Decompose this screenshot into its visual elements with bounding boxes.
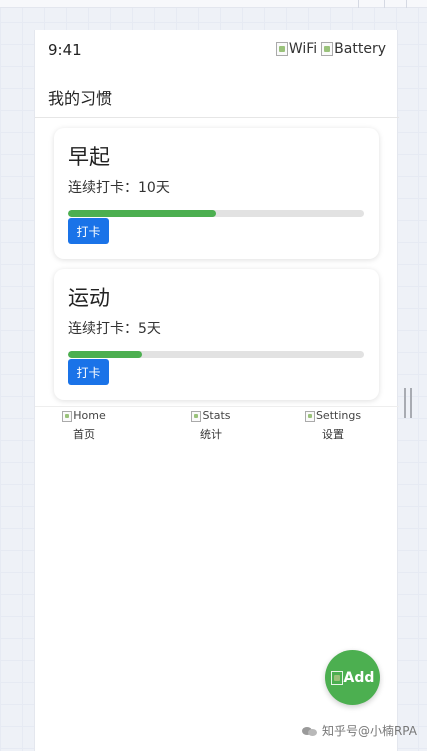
splitter-handle[interactable] [404,388,412,418]
status-time: 9:41 [48,41,82,59]
habit-progress-fill [68,210,216,217]
habit-progress-bar [68,210,364,217]
habit-streak: 连续打卡：10天 [68,180,170,196]
nav-item-settings[interactable]: Settings 设置 [288,407,378,442]
chat-bubble-icon [301,725,318,737]
phone-frame: 9:41 WiFi Battery 我的习惯 早起 连续打卡：10天 打卡 运动… [34,30,399,751]
top-toolbar-strip [0,0,427,8]
habit-card: 早起 连续打卡：10天 打卡 [54,128,379,259]
nav-label-stats: 统计 [200,428,222,441]
status-icons: WiFi Battery [275,41,386,57]
nav-label-settings: 设置 [322,428,344,441]
nav-item-home[interactable]: Home 首页 [39,407,129,442]
habit-name: 早起 [68,145,110,169]
nav-item-stats[interactable]: Stats 统计 [166,407,256,442]
habit-streak: 连续打卡：5天 [68,321,161,337]
stats-icon: Stats [166,408,256,424]
habit-progress-bar [68,351,364,358]
watermark: 知乎号@小楠RPA [301,722,417,739]
habit-progress-fill [68,351,142,358]
habit-name: 运动 [68,286,110,310]
habit-card: 运动 连续打卡：5天 打卡 [54,269,379,400]
nav-label-home: 首页 [73,428,95,441]
status-bar: 9:41 WiFi Battery [35,30,399,70]
add-habit-button[interactable]: Add [325,650,380,705]
add-icon: Add [330,670,374,686]
wifi-icon: WiFi [275,41,317,57]
checkin-button[interactable]: 打卡 [68,359,109,385]
watermark-text: 知乎号@小楠RPA [321,724,417,738]
app-header: 我的习惯 [35,70,399,118]
bottom-nav: Home 首页 Stats 统计 Settings 设置 [35,406,399,446]
battery-icon: Battery [321,41,386,57]
home-icon: Home [39,408,129,424]
settings-icon: Settings [288,408,378,424]
checkin-button[interactable]: 打卡 [68,218,109,244]
page-title: 我的习惯 [48,89,113,108]
